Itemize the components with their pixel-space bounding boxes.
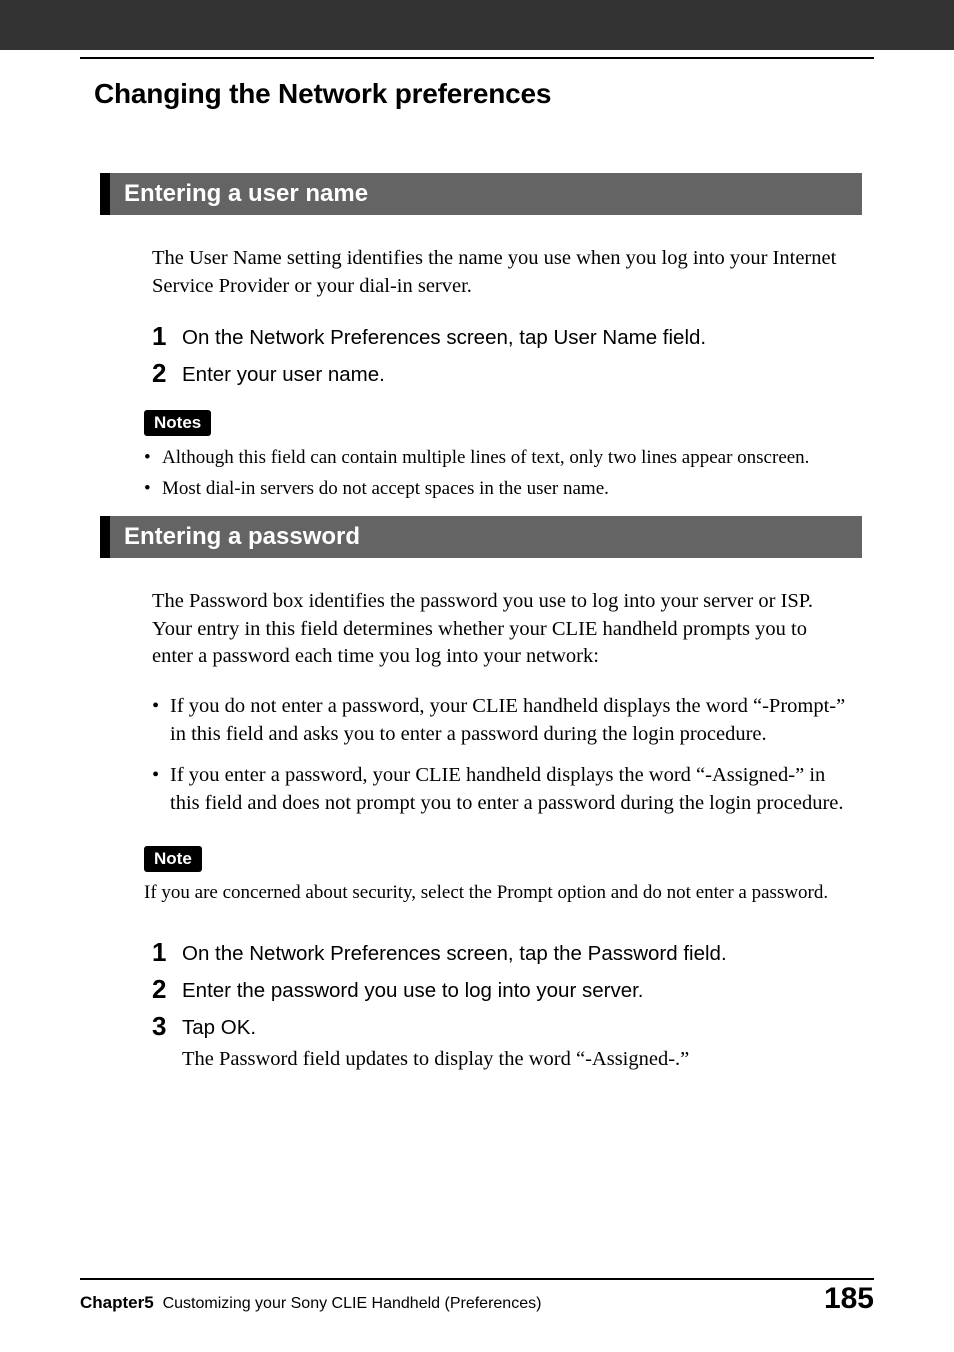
- step-row: 2 Enter your user name.: [152, 359, 874, 390]
- section-heading-text: Entering a user name: [124, 180, 368, 207]
- step-row: 3 Tap OK. The Password field updates to …: [152, 1012, 874, 1074]
- section1-intro: The User Name setting identifies the nam…: [152, 245, 852, 300]
- step-text: Enter the password you use to log into y…: [182, 975, 644, 1006]
- header-bar: [0, 0, 954, 50]
- section2-bullet-list: If you do not enter a password, your CLI…: [152, 693, 852, 818]
- header-rule: [80, 57, 874, 59]
- notes-label: Notes: [144, 410, 211, 436]
- step-text: Enter your user name.: [182, 359, 385, 390]
- step-number: 2: [152, 359, 182, 388]
- step-text: On the Network Preferences screen, tap t…: [182, 938, 727, 969]
- bullet-item: If you enter a password, your CLIE handh…: [152, 762, 852, 817]
- note-text: If you are concerned about security, sel…: [144, 880, 854, 907]
- step-number: 1: [152, 322, 182, 351]
- section2-intro: The Password box identifies the password…: [152, 588, 852, 671]
- step-text-inner: Tap OK.: [182, 1016, 256, 1039]
- step-text: Tap OK. The Password field updates to di…: [182, 1012, 689, 1074]
- step-row: 1 On the Network Preferences screen, tap…: [152, 938, 874, 969]
- footer-chapter: Chapter5 Customizing your Sony CLIE Hand…: [80, 1293, 541, 1313]
- step-number: 3: [152, 1012, 182, 1041]
- bullet-item: If you do not enter a password, your CLI…: [152, 693, 852, 748]
- note-item: Although this field can contain multiple…: [144, 444, 874, 472]
- step-row: 2 Enter the password you use to log into…: [152, 975, 874, 1006]
- step-extra-text: The Password field updates to display th…: [182, 1046, 689, 1074]
- page-footer: Chapter5 Customizing your Sony CLIE Hand…: [80, 1282, 874, 1316]
- footer-chapter-text: Customizing your Sony CLIE Handheld (Pre…: [163, 1295, 542, 1312]
- document-page: Changing the Network preferences Enterin…: [0, 0, 954, 1352]
- note-label: Note: [144, 846, 202, 872]
- section-heading-bar: Entering a user name: [100, 173, 862, 215]
- section-entering-user-name: Entering a user name The User Name setti…: [80, 173, 874, 507]
- step-number: 2: [152, 975, 182, 1004]
- page-number: 185: [824, 1282, 874, 1316]
- step-row: 1 On the Network Preferences screen, tap…: [152, 322, 874, 353]
- section-heading-bar: Entering a password: [100, 516, 862, 558]
- notes-list: Although this field can contain multiple…: [144, 444, 874, 503]
- section-entering-password: Entering a password The Password box ide…: [80, 516, 874, 1080]
- footer-chapter-label: Chapter5: [80, 1293, 154, 1312]
- footer-rule: [80, 1278, 874, 1280]
- step-number: 1: [152, 938, 182, 967]
- section-heading-text: Entering a password: [124, 523, 360, 550]
- note-item: Most dial-in servers do not accept space…: [144, 475, 874, 503]
- page-title: Changing the Network preferences: [94, 78, 551, 110]
- step-text: On the Network Preferences screen, tap U…: [182, 322, 706, 353]
